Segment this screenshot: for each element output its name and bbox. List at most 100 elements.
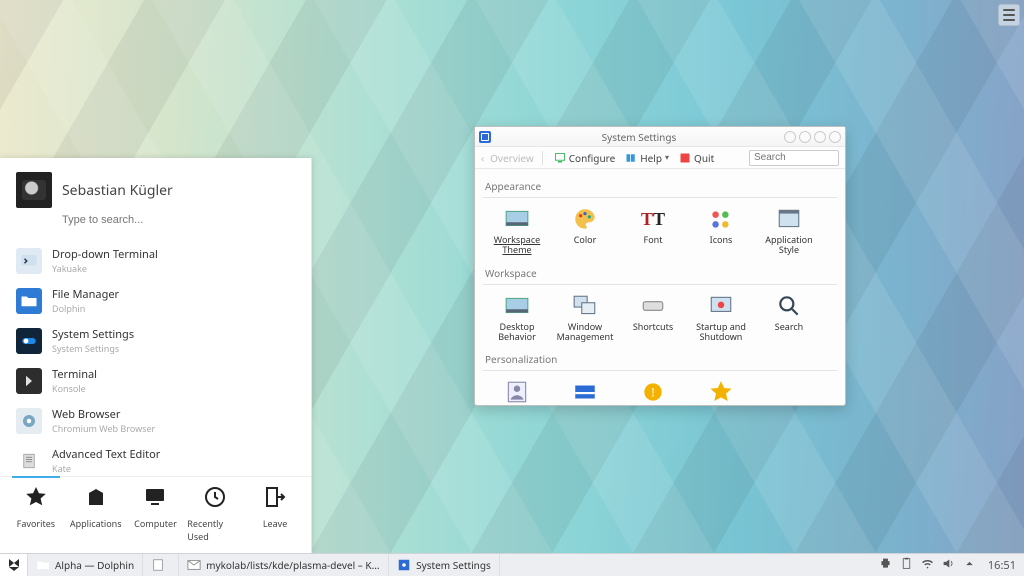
wifi-icon[interactable] [921,557,934,573]
settings-search-input[interactable] [749,150,839,166]
settings-item-account-details[interactable]: Account Details [483,377,551,405]
settings-item-color[interactable]: Color [551,204,619,260]
apps-icon [84,485,108,513]
favorite-title: Drop-down Terminal [52,247,158,262]
font-icon: TT [640,206,666,232]
settings-item-regional-settings[interactable]: Regional Settings [551,377,619,405]
panel-icon [504,206,530,232]
mail-icon [187,558,201,572]
favorite-title: System Settings [52,327,134,342]
kicker-button[interactable] [0,554,28,576]
launcher-tab-favorites[interactable]: Favorites [8,485,64,543]
settings-item-icons[interactable]: Icons [687,204,755,260]
settings-item-search[interactable]: Search [755,291,823,347]
settings-item-font[interactable]: TTFont [619,204,687,260]
expand-tray-icon[interactable] [963,557,976,573]
doc-small-icon [151,558,165,572]
task-item[interactable]: Alpha — Dolphin [28,554,143,576]
shortcut-icon [640,293,666,319]
favorite-title: Terminal [52,367,97,382]
hamburger-menu-button[interactable] [998,4,1020,26]
chevron-down-icon: ▾ [665,152,669,163]
favorite-item[interactable]: Drop-down TerminalYakuake [8,241,303,281]
task-item[interactable]: mykolab/lists/kde/plasma-devel – KM [179,554,389,576]
favorite-title: File Manager [52,287,119,302]
kde-logo-icon [6,557,22,573]
favorite-subtitle: Dolphin [52,302,119,315]
star-icon [24,485,48,513]
desktop-panel: Alpha — Dolphin mykolab/lists/kde/plasma-… [0,553,1024,576]
task-item[interactable]: System Settings [389,554,500,576]
volume-icon[interactable] [942,557,955,573]
category-label: Workspace [483,260,837,282]
launcher-tab-leave[interactable]: Leave [247,485,303,543]
help-button[interactable]: Help ▾ [622,149,672,167]
launcher-tab-computer[interactable]: Computer [127,485,183,543]
globe-icon [16,408,42,434]
settings-item-window-management[interactable]: Window Management [551,291,619,347]
favorite-title: Web Browser [52,407,155,422]
window-maximize-button[interactable] [799,131,811,143]
window-keepabove-button[interactable] [814,131,826,143]
quit-icon [679,152,691,164]
settings-item-shortcuts[interactable]: Shortcuts [619,291,687,347]
task-label: System Settings [416,558,491,572]
window-icon [776,206,802,232]
toggle-icon [16,328,42,354]
system-tray: 16:51 [871,557,1024,573]
launcher-header: Sebastian Kügler [0,158,311,212]
launcher-tabs: FavoritesApplicationsComputerRecently Us… [0,476,311,553]
printer-icon[interactable] [879,557,892,573]
chevron-right-icon [16,368,42,394]
document-icon [16,448,42,474]
favorite-item[interactable]: System SettingsSystem Settings [8,321,303,361]
window-titlebar[interactable]: System Settings [475,127,845,147]
favorite-subtitle: Konsole [52,382,97,395]
launcher-search-input[interactable] [62,214,295,226]
settings-item-applications[interactable]: Applications [687,377,755,405]
folder-icon [16,288,42,314]
task-item[interactable] [143,554,179,576]
panel-icon [504,293,530,319]
settings-item-application-style[interactable]: Application Style [755,204,823,260]
favorite-item[interactable]: Web BrowserChromium Web Browser [8,401,303,441]
bell-icon: ! [640,379,666,405]
overview-button[interactable]: Overview [490,151,534,165]
settings-item-startup-and-shutdown[interactable]: Startup and Shutdown [687,291,755,347]
launcher-tab-applications[interactable]: Applications [68,485,124,543]
launcher-tab-recently-used[interactable]: Recently Used [187,485,243,543]
panel-clock[interactable]: 16:51 [984,558,1016,573]
icons-icon [708,206,734,232]
favorite-subtitle: Kate [52,462,160,475]
star-yellow-icon [708,379,734,405]
clipboard-icon[interactable] [900,557,913,573]
application-launcher: Sebastian Kügler Drop-down TerminalYakua… [0,158,312,553]
folder-icon [36,558,50,572]
settings-item-desktop-behavior[interactable]: Desktop Behavior [483,291,551,347]
user-name: Sebastian Kügler [62,181,173,200]
window-close-button[interactable] [829,131,841,143]
terminal-drop-icon [16,248,42,274]
settings-item-notification[interactable]: !Notification [619,377,687,405]
power-icon [708,293,734,319]
window-title: System Settings [497,130,781,144]
quit-button[interactable]: Quit [676,149,717,167]
user-avatar[interactable] [16,172,52,208]
favorite-item[interactable]: Advanced Text EditorKate [8,441,303,476]
favorite-item[interactable]: TerminalKonsole [8,361,303,401]
window-minimize-button[interactable] [784,131,796,143]
configure-button[interactable]: Configure [551,149,618,167]
leave-icon [263,485,287,513]
window-toolbar: ‹ Overview Configure Help ▾ Quit [475,147,845,169]
settings-item-workspace-theme[interactable]: Workspace Theme [483,204,551,260]
favorite-item[interactable]: File ManagerDolphin [8,281,303,321]
palette-icon [572,206,598,232]
category-label: Appearance [483,173,837,195]
settings-small-icon [397,558,411,572]
computer-icon [143,485,167,513]
category-label: Personalization [483,346,837,368]
settings-app-icon [479,131,491,143]
task-manager: Alpha — Dolphin mykolab/lists/kde/plasma-… [28,554,500,576]
back-icon[interactable]: ‹ [481,151,484,165]
svg-text:!: ! [651,385,654,401]
